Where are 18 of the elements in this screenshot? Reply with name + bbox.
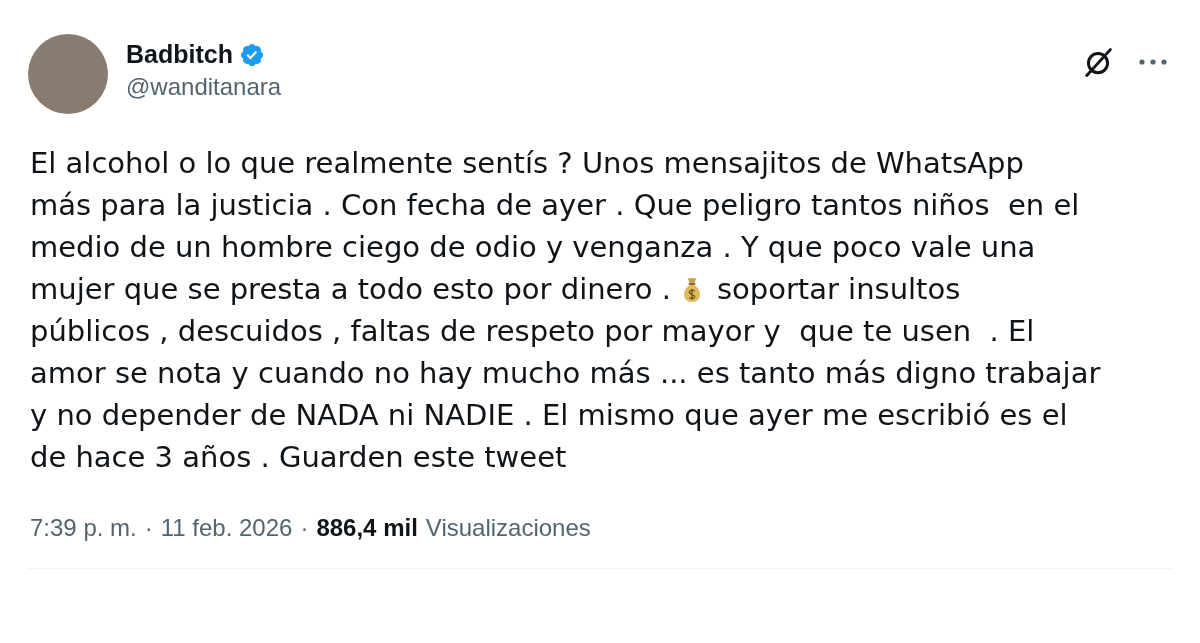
tweet-text: medio de un hombre ciego de odio y venganza . Y que poco vale una — [30, 229, 1036, 266]
more-icon[interactable] — [1138, 58, 1168, 66]
tweet-date[interactable]: 11 feb. 2026 — [160, 514, 293, 542]
tweet-text: públicos , descuidos , faltas de respeto por mayor y que te usen . El — [30, 313, 1035, 350]
tweet-text: y no depender de NADA ni NADIE . El mismo que ayer me escribió es el — [30, 397, 1068, 434]
separator-dot: · — [300, 514, 309, 542]
tweet-time[interactable]: 7:39 p. m. — [30, 514, 137, 542]
tweet-text: amor se nota y cuando no hay mucho más ... es tanto más digno trabajar — [30, 355, 1101, 392]
author-handle[interactable]: @wanditanara — [126, 73, 282, 101]
author-name[interactable]: Badbitch — [126, 40, 233, 69]
views-label: Visualizaciones — [425, 514, 591, 542]
tweet-text: más para la justicia . Con fecha de ayer . Que peligro tantos niños en el — [30, 187, 1080, 224]
views-count: 886,4 mil — [316, 514, 418, 542]
separator-dot: · — [144, 514, 153, 542]
tweet-text: soportar insultos — [716, 271, 961, 308]
tweet-text: mujer que se presta a todo esto por dinero . — [30, 271, 671, 308]
tweet-text: El alcohol o lo que realmente sentís ? Unos mensajitos de WhatsApp — [30, 145, 1024, 182]
tweet-text: de hace 3 años . Guarden este tweet — [30, 439, 567, 476]
